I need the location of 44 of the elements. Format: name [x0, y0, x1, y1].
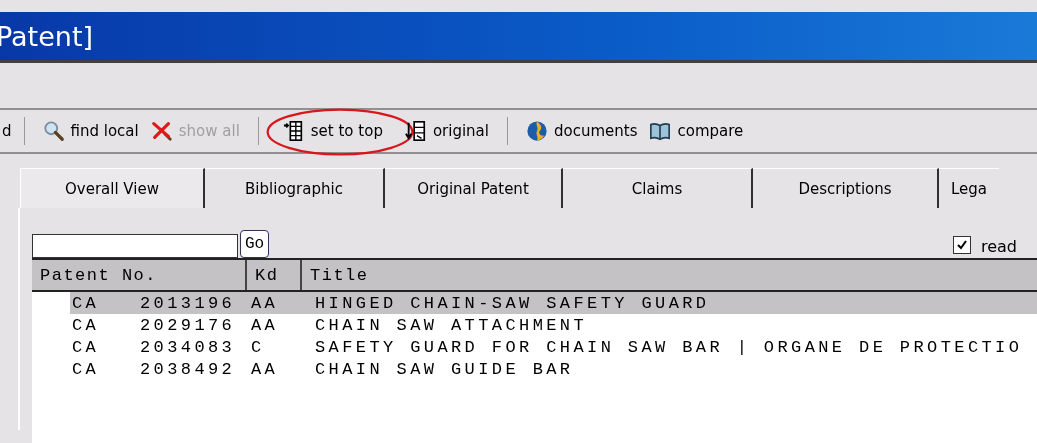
column-header[interactable]: Patent No.	[32, 260, 247, 290]
toolbar-button[interactable]: compare	[643, 120, 750, 142]
table-cell-text: CA	[71, 315, 101, 335]
tab[interactable]: Overall View	[20, 168, 205, 208]
checkmark-icon	[955, 239, 968, 251]
globe-icon	[526, 120, 548, 142]
go-button[interactable]: Go	[240, 230, 270, 258]
table-row[interactable]: CA 2029176 AA CHAIN SAW ATTACHMENT	[70, 314, 1037, 336]
table-cell-text: 2038492	[140, 359, 237, 379]
table-cell-text: 2034083	[140, 337, 237, 357]
table-row[interactable]: CA 2034083 C SAFETY GUARD FOR CHAIN SAW BAR | ORGANE DE PROTECTIO	[70, 336, 1037, 358]
toolbar-button[interactable]: find local	[36, 120, 145, 142]
table-cell-text: C	[251, 337, 266, 357]
tab[interactable]: Claims	[563, 168, 753, 208]
toolbar-button[interactable]: original	[398, 120, 495, 142]
table-cell-text: CA	[71, 359, 101, 379]
table-cell-text: 2029176	[140, 315, 237, 335]
search-field[interactable]	[32, 234, 238, 258]
checkbox[interactable]	[952, 236, 971, 254]
table-cell: CHAIN SAW GUIDE BAR	[315, 359, 574, 379]
table-row[interactable]: CA 2013196 AA HINGED CHAIN-SAW SAFETY GUARD	[70, 292, 1037, 314]
toolbar-label: d	[2, 122, 12, 140]
column-header[interactable]: Kd	[247, 260, 302, 290]
table-cell: SAFETY GUARD FOR CHAIN SAW BAR | ORGANE DE PROTECTIO	[315, 337, 1023, 357]
table-cell-text: AA	[251, 359, 280, 379]
table-row[interactable]: CA 2038492 AA CHAIN SAW GUIDE BAR	[70, 358, 1037, 380]
cross-icon	[150, 120, 173, 142]
search-icon	[42, 120, 65, 142]
book-icon	[649, 120, 672, 142]
table-cell-text: AA	[251, 315, 280, 335]
table-cell-text: CA	[71, 337, 101, 357]
table-cell-text: CA	[71, 293, 101, 313]
tab[interactable]: Descriptions	[753, 168, 939, 208]
sort-icon	[404, 120, 427, 142]
table-cell: CHAIN SAW ATTACHMENT	[315, 315, 588, 335]
column-header[interactable]: Title	[302, 260, 1037, 290]
table-cell: HINGED CHAIN-SAW SAFETY GUARD	[315, 293, 710, 313]
list-icon	[282, 120, 305, 142]
checkbox-label: read	[980, 237, 1017, 256]
tab[interactable]: Bibliographic	[205, 168, 385, 208]
table-cell-text: AA	[251, 293, 280, 313]
table-cell-text: 2013196	[140, 293, 237, 313]
toolbar-button[interactable]: documents	[520, 120, 644, 142]
tab[interactable]: Original Patent	[385, 168, 563, 208]
